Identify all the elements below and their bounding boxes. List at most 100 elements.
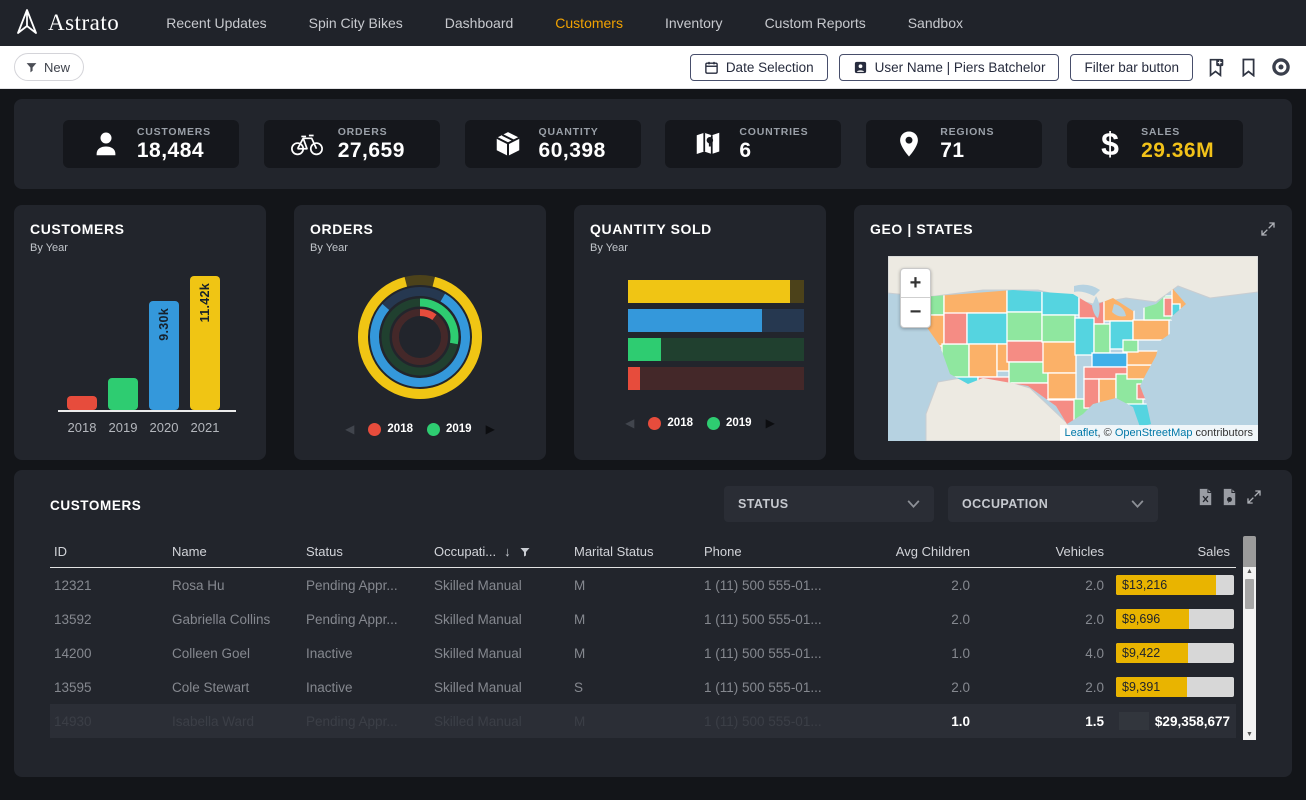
expand-icon[interactable] <box>1260 221 1276 237</box>
map-zoom-out-button[interactable]: − <box>901 298 930 327</box>
map-zoom-in-button[interactable]: + <box>901 269 930 298</box>
cell-phone: 1 (11) 500 555-01... <box>700 646 858 661</box>
col-header-id[interactable]: ID <box>50 544 168 559</box>
col-header-name[interactable]: Name <box>168 544 302 559</box>
cell-vehicles: 2.0 <box>976 578 1110 593</box>
eye-button[interactable] <box>1270 56 1292 78</box>
table-row[interactable]: 12321 Rosa Hu Pending Appr... Skilled Ma… <box>50 568 1236 602</box>
ghost-marital: M <box>570 714 700 729</box>
chart-title: QUANTITY SOLD <box>590 221 810 237</box>
hbar-2020[interactable] <box>628 309 804 332</box>
brand-name: Astrato <box>48 10 119 36</box>
kpi-quantity: QUANTITY 60,398 <box>465 120 641 168</box>
bar-value-label: 11.42k <box>198 283 212 322</box>
cell-sales: $13,216 <box>1110 575 1236 595</box>
totals-sales: $29,358,677 <box>1110 712 1236 730</box>
scrollbar-down-arrow[interactable]: ▼ <box>1246 730 1253 740</box>
nav-item-custom-reports[interactable]: Custom Reports <box>744 15 887 31</box>
nav-item-spin-city-bikes[interactable]: Spin City Bikes <box>288 15 424 31</box>
table-row[interactable]: 14200 Colleen Goel Inactive Skilled Manu… <box>50 636 1236 670</box>
expand-icon[interactable] <box>1246 489 1262 505</box>
orders-donut-chart[interactable] <box>345 262 495 412</box>
export-csv-icon[interactable] <box>1222 488 1237 506</box>
filter-bar-button[interactable]: Filter bar button <box>1070 54 1193 81</box>
bar-rect <box>108 378 138 410</box>
bar-2020[interactable]: 9.30k <box>149 301 179 410</box>
status-filter-dropdown[interactable]: STATUS <box>724 486 934 522</box>
bookmark-add-button[interactable] <box>1204 56 1226 78</box>
map-attribution: Leaflet, © OpenStreetMap contributors <box>1060 425 1259 441</box>
ghost-sales-bar <box>1119 712 1149 730</box>
col-header-phone[interactable]: Phone <box>700 544 858 559</box>
scrollbar-track[interactable]: ▲ ▼ <box>1243 567 1256 740</box>
kpi-label: SALES <box>1141 126 1214 138</box>
attribution-separator: , © <box>1098 427 1115 439</box>
scrollbar-up-arrow[interactable]: ▲ <box>1246 567 1253 577</box>
nav-item-sandbox[interactable]: Sandbox <box>887 15 984 31</box>
hbar-2018[interactable] <box>628 367 804 390</box>
nav-item-recent-updates[interactable]: Recent Updates <box>145 15 287 31</box>
legend-next-arrow[interactable]: ▶ <box>486 422 495 436</box>
bar-2021[interactable]: 11.42k <box>190 276 220 410</box>
nav-item-customers[interactable]: Customers <box>534 15 644 31</box>
customers-table: ID Name Status Occupati... ↓ Marital Sta… <box>50 536 1262 738</box>
date-selection-button[interactable]: Date Selection <box>690 54 828 81</box>
cell-avg-children: 2.0 <box>858 578 976 593</box>
chart-title: ORDERS <box>310 221 530 237</box>
legend-prev-arrow[interactable]: ◀ <box>625 416 634 430</box>
col-header-avg-children[interactable]: Avg Children <box>858 544 976 559</box>
chart-title: CUSTOMERS <box>30 221 250 237</box>
geo-title: GEO | STATES <box>870 221 973 237</box>
nav-item-dashboard[interactable]: Dashboard <box>424 15 535 31</box>
legend-next-arrow[interactable]: ▶ <box>766 416 775 430</box>
hbar-2021[interactable] <box>628 280 804 303</box>
cell-avg-children: 1.0 <box>858 646 976 661</box>
eye-icon <box>1271 57 1291 77</box>
occupation-header-label: Occupati... <box>434 544 496 559</box>
table-row[interactable]: 13592 Gabriella Collins Pending Appr... … <box>50 602 1236 636</box>
legend-item-2018[interactable]: 2018 <box>648 417 693 430</box>
legend-dot-green <box>707 417 720 430</box>
us-states-map[interactable]: + − Leaflet, © OpenStreetMap contributor… <box>888 256 1258 441</box>
cell-id: 13595 <box>50 680 168 695</box>
bar-2019[interactable] <box>108 378 138 410</box>
scrollbar-outer-thumb[interactable] <box>1243 536 1256 567</box>
scrollbar-thumb[interactable] <box>1245 579 1254 609</box>
cell-vehicles: 2.0 <box>976 612 1110 627</box>
dropdown-label: STATUS <box>738 497 789 511</box>
osm-link[interactable]: OpenStreetMap <box>1115 427 1193 439</box>
legend-item-2019[interactable]: 2019 <box>427 423 472 436</box>
bar-2018[interactable] <box>67 396 97 410</box>
column-filter-icon[interactable] <box>519 546 531 558</box>
sales-bar: $9,696 <box>1116 609 1234 629</box>
leaflet-link[interactable]: Leaflet <box>1065 427 1098 439</box>
table-row[interactable]: 13595 Cole Stewart Inactive Skilled Manu… <box>50 670 1236 704</box>
legend-prev-arrow[interactable]: ◀ <box>345 422 354 436</box>
user-name-button[interactable]: User Name | Piers Batchelor <box>839 54 1060 81</box>
new-filter-button[interactable]: New <box>14 53 84 81</box>
legend-dot-red <box>648 417 661 430</box>
col-header-status[interactable]: Status <box>302 544 430 559</box>
cell-name: Colleen Goel <box>168 646 302 661</box>
col-header-vehicles[interactable]: Vehicles <box>976 544 1110 559</box>
export-excel-icon[interactable] <box>1198 488 1213 506</box>
chevron-down-icon <box>1131 500 1144 508</box>
quantity-legend: ◀ 2018 2019 ▶ <box>590 416 810 430</box>
kpi-label: ORDERS <box>338 126 405 138</box>
brand[interactable]: Astrato <box>14 9 119 37</box>
legend-item-2018[interactable]: 2018 <box>368 423 413 436</box>
occupation-filter-dropdown[interactable]: OCCUPATION <box>948 486 1158 522</box>
cell-status: Pending Appr... <box>302 578 430 593</box>
user-name-label: User Name | Piers Batchelor <box>875 60 1046 75</box>
bookmark-button[interactable] <box>1237 56 1259 78</box>
totals-sales-value: $29,358,677 <box>1155 714 1230 729</box>
sort-desc-icon[interactable]: ↓ <box>504 544 511 559</box>
col-header-occupation[interactable]: Occupati... ↓ <box>430 544 570 559</box>
nav-item-inventory[interactable]: Inventory <box>644 15 744 31</box>
legend-item-2019[interactable]: 2019 <box>707 417 752 430</box>
col-header-sales[interactable]: Sales <box>1110 544 1236 559</box>
kpi-value: 71 <box>940 139 994 163</box>
hbar-2019[interactable] <box>628 338 804 361</box>
col-header-marital[interactable]: Marital Status <box>570 544 700 559</box>
astrato-logo-icon <box>14 9 40 37</box>
